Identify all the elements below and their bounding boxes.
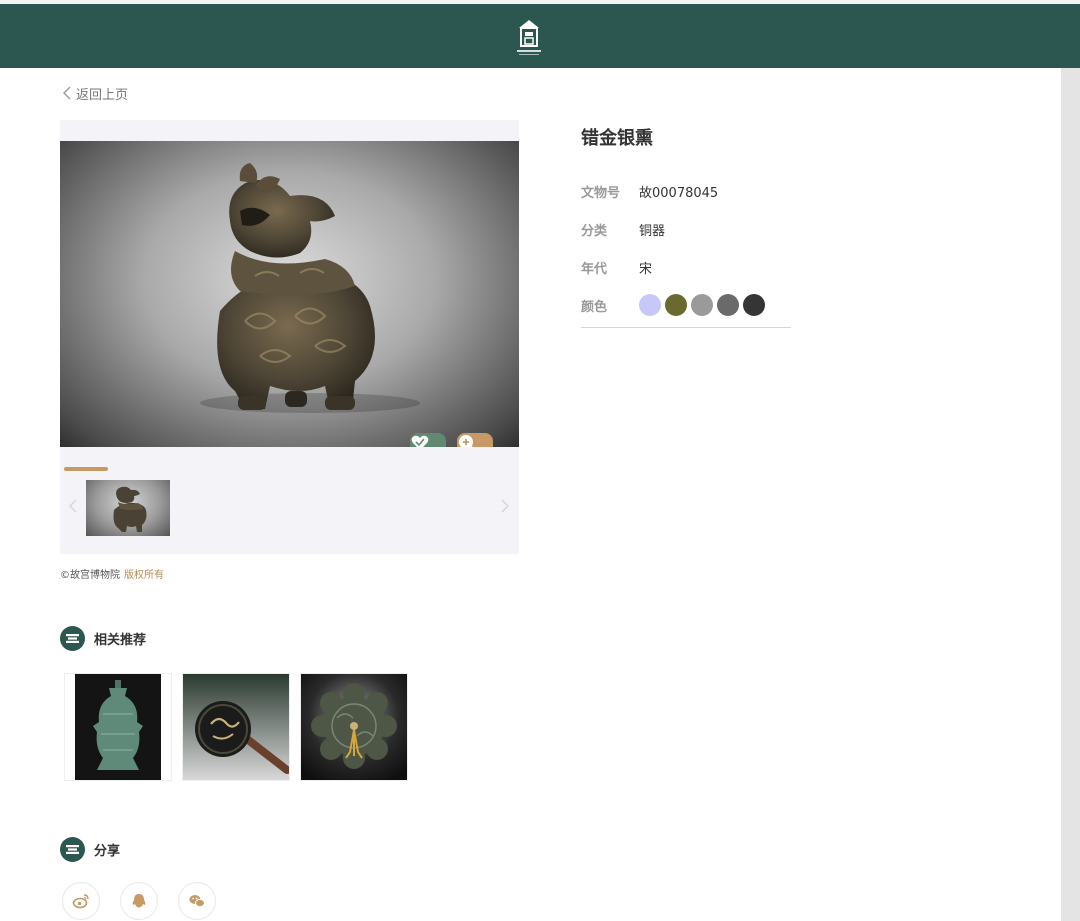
info-row-period: 年代 宋	[581, 248, 791, 286]
chevron-left-icon	[63, 86, 71, 100]
back-label: 返回上页	[76, 87, 129, 103]
info-label: 分类	[581, 223, 608, 239]
copyright-link[interactable]: 版权所有	[124, 570, 164, 581]
zoom-in-icon	[459, 435, 473, 447]
artifact-info-list: 文物号 故00078045 分类 铜器 年代 宋 颜色	[581, 172, 791, 324]
site-header	[0, 4, 1080, 68]
artifact-image-viewer	[60, 120, 519, 554]
share-qq-button[interactable]	[120, 882, 158, 920]
vessel-thumbnail-illustration	[75, 674, 161, 780]
back-link[interactable]: 返回上页	[62, 84, 129, 103]
info-label: 颜色	[581, 299, 608, 315]
info-label: 年代	[581, 261, 608, 277]
related-heading-label: 相关推荐	[94, 633, 147, 648]
info-value: 故00078045	[639, 185, 719, 201]
info-row-colors: 颜色	[581, 286, 791, 324]
color-swatch-2[interactable]	[665, 294, 687, 316]
color-swatch-3[interactable]	[691, 294, 713, 316]
share-heading: 分享	[60, 837, 120, 862]
info-row-id: 文物号 故00078045	[581, 172, 791, 210]
share-buttons	[62, 882, 216, 920]
mirror-handle-thumbnail-illustration	[183, 674, 289, 780]
thumbnail-next-chevron-icon[interactable]	[500, 498, 510, 514]
related-item-lobed-mirror[interactable]	[300, 673, 408, 781]
color-swatch-5[interactable]	[743, 294, 765, 316]
artifact-title: 错金银熏	[581, 128, 653, 149]
heart-icon	[411, 435, 429, 447]
wechat-icon	[189, 895, 205, 908]
section-badge-icon	[60, 626, 85, 651]
share-wechat-button[interactable]	[178, 882, 216, 920]
info-value: 铜器	[639, 223, 666, 239]
share-weibo-button[interactable]	[62, 882, 100, 920]
info-row-category: 分类 铜器	[581, 210, 791, 248]
related-list	[64, 673, 408, 781]
censer-thumbnail-illustration	[113, 486, 147, 532]
color-swatch-4[interactable]	[717, 294, 739, 316]
artifact-main-photo[interactable]	[60, 141, 519, 447]
bronze-censer-illustration	[200, 163, 420, 413]
color-swatch-1[interactable]	[639, 294, 661, 316]
lobed-mirror-thumbnail-illustration	[301, 674, 407, 780]
favorite-button[interactable]	[410, 433, 446, 447]
info-value: 宋	[639, 261, 653, 277]
color-swatches	[639, 294, 765, 316]
artifact-thumbnail[interactable]	[86, 480, 170, 536]
weibo-icon	[72, 894, 89, 909]
palace-museum-logo-icon[interactable]	[513, 18, 545, 58]
share-heading-label: 分享	[94, 844, 121, 859]
copyright-note: ©故宫博物院 版权所有	[60, 566, 164, 581]
info-label: 文物号	[581, 185, 621, 201]
related-item-vessel[interactable]	[64, 673, 172, 781]
qq-icon	[132, 894, 146, 908]
info-divider	[581, 327, 791, 328]
thumbnail-prev-chevron-icon[interactable]	[68, 498, 78, 514]
zoom-button[interactable]	[457, 433, 493, 447]
section-badge-icon	[60, 837, 85, 862]
copyright-owner: ©故宫博物院	[60, 570, 120, 581]
page-scrollbar[interactable]	[1061, 68, 1080, 921]
related-heading: 相关推荐	[60, 626, 146, 651]
related-item-mirror-handle[interactable]	[182, 673, 290, 781]
thumbnail-indicator	[64, 467, 108, 471]
